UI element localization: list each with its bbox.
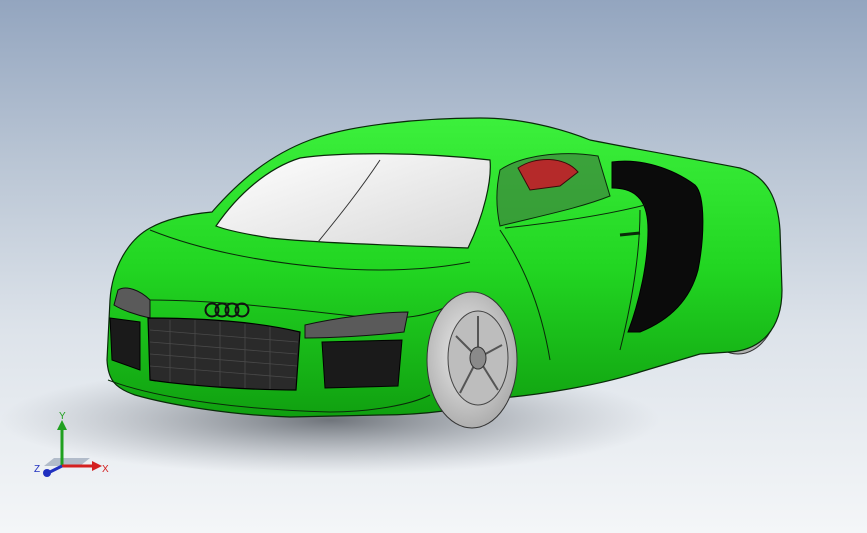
graphics-viewport[interactable]: Y X Z	[0, 0, 867, 533]
front-wheel	[426, 291, 518, 429]
z-axis-label: Z	[34, 464, 40, 475]
y-axis-label: Y	[59, 411, 66, 422]
vent-right	[321, 339, 403, 389]
front-grille	[147, 317, 301, 391]
x-arrow-icon	[92, 461, 102, 471]
x-axis-label: X	[102, 464, 109, 475]
windshield	[215, 153, 491, 249]
axis-triad[interactable]: Y X Z	[30, 410, 110, 480]
z-arrow-icon	[43, 469, 51, 477]
z-axis-icon	[49, 464, 63, 474]
car-model[interactable]	[0, 0, 867, 533]
